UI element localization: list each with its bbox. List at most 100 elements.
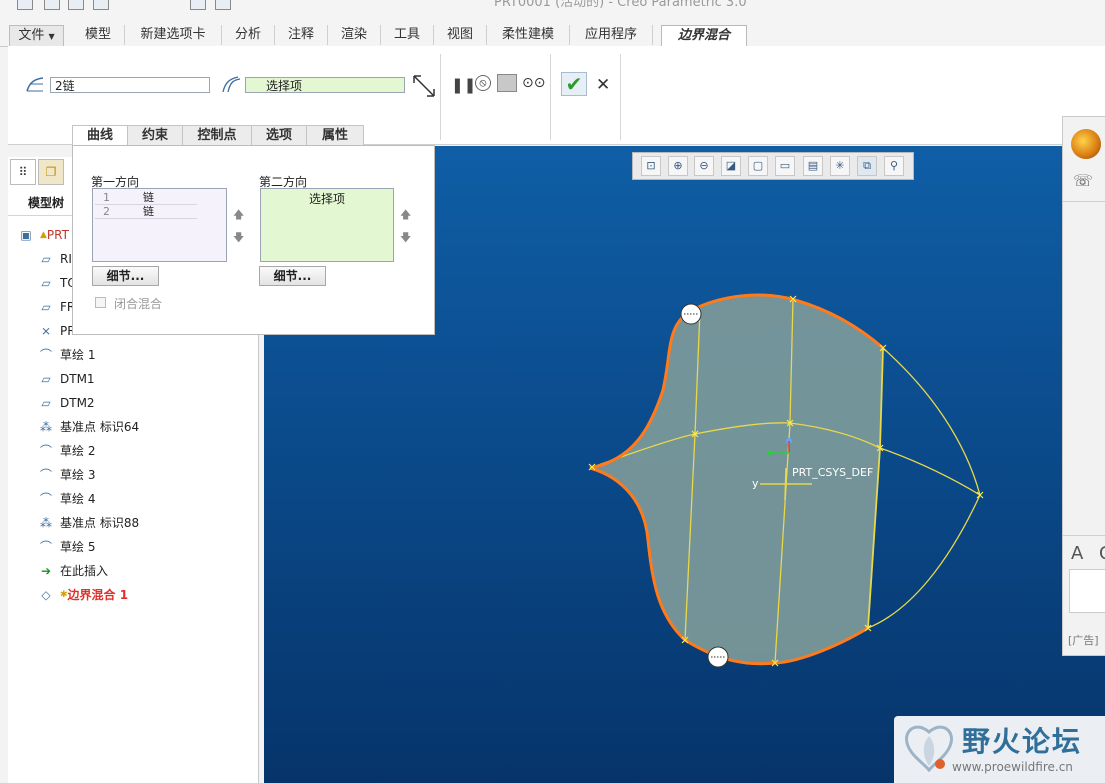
redo-icon[interactable] bbox=[152, 0, 166, 8]
pause-icon[interactable]: ❚❚ bbox=[451, 76, 476, 94]
csys-label: PRT_CSYS_DEF bbox=[792, 466, 874, 479]
datum-plane-icon: ▱ bbox=[41, 372, 51, 386]
new-file-icon[interactable] bbox=[44, 0, 60, 10]
tab-annotate[interactable]: 注释 bbox=[275, 25, 328, 45]
curves-panel: 第一方向 1 链 2 链 🡅 🡇 细节... 第二方向 选择项 🡅 🡇 细节..… bbox=[72, 145, 435, 335]
tab-boundary-blend[interactable]: 边界混合 bbox=[661, 25, 747, 48]
verify-mode-icon[interactable]: ⊙⊙ bbox=[522, 75, 545, 91]
list-item[interactable]: 2 链 bbox=[95, 205, 197, 219]
first-direction-details-button[interactable]: 细节... bbox=[92, 266, 159, 286]
cancel-x-icon[interactable]: ✕ bbox=[596, 75, 610, 95]
tab-file[interactable]: 文件 ▼ bbox=[9, 25, 64, 46]
tree-item-sketch-3[interactable]: ⌒ 草绘 3 bbox=[38, 465, 95, 485]
no-preview-icon[interactable]: ⦸ bbox=[475, 75, 491, 91]
tree-item-dtm1[interactable]: ▱ DTM1 bbox=[38, 369, 94, 389]
view-manager-icon[interactable]: ▤ bbox=[803, 156, 823, 176]
tab-applications[interactable]: 应用程序 bbox=[570, 25, 653, 45]
subtab-constraints[interactable]: 约束 bbox=[127, 125, 183, 146]
save-icon[interactable] bbox=[93, 0, 109, 10]
windows-icon[interactable] bbox=[215, 0, 231, 10]
tree-item-datum-point-88[interactable]: ⁂ 基准点 标识88 bbox=[38, 513, 139, 533]
tree-item-right-plane[interactable]: ▱ RI bbox=[38, 249, 72, 269]
graphics-toolbar: ⊡ ⊕ ⊖ ◪ ▢ ▭ ▤ ✳ ⧉ ⚲ bbox=[632, 152, 914, 180]
tab-model[interactable]: 模型 bbox=[72, 25, 125, 45]
tree-item-csys[interactable]: ⨯ PR bbox=[38, 321, 76, 341]
tab-render[interactable]: 渲染 bbox=[328, 25, 381, 45]
tree-item-sketch-5[interactable]: ⌒ 草绘 5 bbox=[38, 537, 95, 557]
folder-browser-tab-icon[interactable]: ❐ bbox=[38, 159, 64, 185]
display-style-icon[interactable]: ▢ bbox=[748, 156, 768, 176]
datum-plane-icon: ▱ bbox=[41, 252, 51, 266]
tab-analysis[interactable]: 分析 bbox=[222, 25, 275, 45]
move-up-icon[interactable]: 🡅 bbox=[233, 206, 244, 225]
datum-plane-icon: ▱ bbox=[41, 300, 51, 314]
font-icon[interactable]: A bbox=[1071, 543, 1083, 564]
geometry-preview-icon[interactable] bbox=[497, 74, 517, 92]
emoji-icon[interactable]: C bbox=[1099, 543, 1105, 564]
refit-icon[interactable]: ⊡ bbox=[641, 156, 661, 176]
regenerate-icon[interactable] bbox=[190, 0, 206, 10]
tree-item-part[interactable]: ▣ ▲PRT bbox=[18, 225, 69, 245]
tree-item-sketch-1[interactable]: ⌒ 草绘 1 bbox=[38, 345, 95, 365]
spin-center-icon[interactable]: ⚲ bbox=[884, 156, 904, 176]
move-down-icon[interactable]: 🡇 bbox=[233, 229, 244, 248]
subtab-curves[interactable]: 曲线 bbox=[72, 125, 128, 147]
approximate-blend-icon[interactable] bbox=[412, 74, 436, 98]
undo-icon[interactable] bbox=[120, 0, 134, 8]
open-file-icon[interactable] bbox=[68, 0, 84, 10]
second-direction-collector[interactable]: 选择项 bbox=[245, 77, 405, 93]
sketch-icon: ⌒ bbox=[39, 468, 52, 482]
sketch-icon: ⌒ bbox=[39, 540, 52, 554]
second-direction-icon bbox=[222, 76, 241, 93]
subtab-control-points[interactable]: 控制点 bbox=[182, 125, 252, 146]
tree-item-top-plane[interactable]: ▱ TO bbox=[38, 273, 76, 293]
model-tree-title: 模型树 bbox=[28, 196, 65, 210]
ribbon-tab-row: 文件 ▼ 模型 新建选项卡 分析 注释 渲染 工具 视图 柔性建模 应用程序 边… bbox=[0, 22, 1105, 48]
tree-item-dtm2[interactable]: ▱ DTM2 bbox=[38, 393, 94, 413]
tree-item-insert-here[interactable]: ➔ 在此插入 bbox=[38, 561, 108, 581]
close-window-icon[interactable] bbox=[255, 0, 269, 8]
watermark-title: 野火论坛 bbox=[962, 725, 1083, 758]
saved-orientations-icon[interactable]: ▭ bbox=[775, 156, 795, 176]
second-direction-list[interactable]: 选择项 bbox=[260, 188, 394, 262]
datum-display-icon[interactable]: ✳ bbox=[830, 156, 850, 176]
blend-surface bbox=[590, 295, 883, 664]
sketch-icon: ⌒ bbox=[39, 348, 52, 362]
tree-item-datum-point-64[interactable]: ⁂ 基准点 标识64 bbox=[38, 417, 139, 437]
zoom-in-icon[interactable]: ⊕ bbox=[668, 156, 688, 176]
datum-plane-icon: ▱ bbox=[41, 276, 51, 290]
model-tree-tab-icon[interactable]: ⠿ bbox=[10, 159, 36, 185]
tree-item-sketch-4[interactable]: ⌒ 草绘 4 bbox=[38, 489, 95, 509]
datum-point-icon: ⁂ bbox=[40, 516, 52, 530]
phone-icon[interactable]: ☏ bbox=[1073, 171, 1093, 190]
datum-plane-icon: ▱ bbox=[41, 396, 51, 410]
subtab-properties[interactable]: 属性 bbox=[306, 125, 364, 146]
annotation-display-icon[interactable]: ⧉ bbox=[857, 156, 877, 176]
sketch-icon: ⌒ bbox=[39, 492, 52, 506]
subtab-options[interactable]: 选项 bbox=[251, 125, 307, 146]
ok-check-icon[interactable]: ✔ bbox=[561, 72, 587, 96]
y-axis-label: y bbox=[752, 477, 759, 490]
sketch-icon: ⌒ bbox=[39, 444, 52, 458]
tree-item-sketch-2[interactable]: ⌒ 草绘 2 bbox=[38, 441, 95, 461]
first-direction-collector[interactable]: 2链 bbox=[50, 77, 210, 93]
tab-flexible-modeling[interactable]: 柔性建模 bbox=[487, 25, 570, 45]
tab-view[interactable]: 视图 bbox=[434, 25, 487, 45]
tree-item-boundary-blend-1[interactable]: ◇ ✱边界混合 1 bbox=[38, 585, 128, 605]
zoom-out-icon[interactable]: ⊖ bbox=[694, 156, 714, 176]
ad-thumbnail[interactable] bbox=[1069, 569, 1105, 613]
tab-tools[interactable]: 工具 bbox=[381, 25, 434, 45]
first-direction-list[interactable]: 1 链 2 链 bbox=[92, 188, 227, 262]
move-down-icon[interactable]: 🡇 bbox=[400, 229, 411, 248]
repaint-icon[interactable]: ◪ bbox=[721, 156, 741, 176]
tree-item-front-plane[interactable]: ▱ FR bbox=[38, 297, 75, 317]
list-item[interactable]: 1 链 bbox=[95, 191, 197, 205]
second-direction-details-button[interactable]: 细节... bbox=[259, 266, 326, 286]
avatar[interactable] bbox=[1071, 129, 1101, 159]
boundary-blend-icon: ◇ bbox=[41, 588, 51, 602]
closed-blend-label: 闭合混合 bbox=[114, 297, 163, 311]
closed-blend-checkbox[interactable] bbox=[95, 297, 106, 308]
tab-new-tab[interactable]: 新建选项卡 bbox=[125, 25, 222, 45]
app-icon bbox=[17, 0, 33, 10]
move-up-icon[interactable]: 🡅 bbox=[400, 206, 411, 225]
